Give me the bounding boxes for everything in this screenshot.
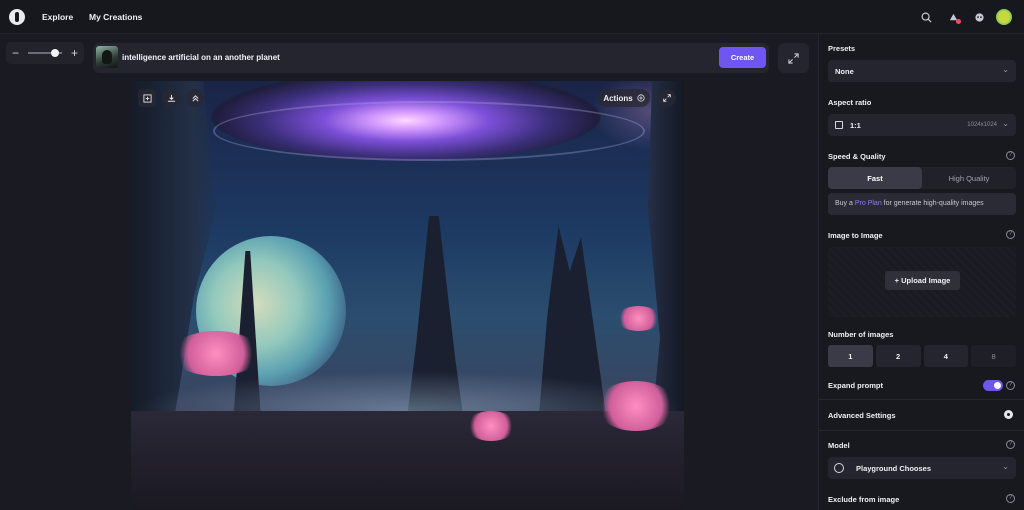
zoom-slider-handle[interactable]: [51, 49, 60, 57]
plus-circle-icon: [637, 94, 645, 102]
notification-badge: [956, 19, 961, 24]
plus-square-icon: [142, 93, 152, 103]
model-value: Playground Chooses: [856, 464, 932, 473]
presets-select[interactable]: None ⌄: [828, 60, 1016, 82]
settings-panel: Presets None ⌄ Aspect ratio 1:1 1024x102…: [818, 34, 1024, 510]
aspect-ratio-size: 1024x1024: [967, 122, 997, 128]
num-images-option-2[interactable]: 2: [875, 345, 921, 367]
aspect-ratio-label: Aspect ratio: [828, 98, 872, 107]
image-ufo-ring: [213, 101, 645, 161]
number-of-images-options: 1 2 4 8: [828, 345, 1016, 367]
gear-icon[interactable]: [1004, 410, 1013, 419]
actions-label: Actions: [603, 93, 633, 103]
upload-image-label: Upload Image: [901, 276, 951, 285]
zoom-in-button[interactable]: +: [71, 47, 78, 59]
expand-prompt-toggle[interactable]: [983, 380, 1003, 391]
presets-value: None: [835, 67, 854, 76]
discord-icon[interactable]: [972, 10, 986, 24]
expand-icon: [788, 52, 799, 64]
chevron-down-icon: ⌄: [1002, 462, 1009, 471]
num-images-option-4[interactable]: 4: [923, 345, 969, 367]
model-icon: [834, 463, 844, 473]
notifications-icon[interactable]: [946, 10, 961, 24]
image-ground: [131, 411, 684, 510]
square-icon: [835, 121, 843, 129]
nav-my-creations[interactable]: My Creations: [89, 12, 142, 22]
create-button[interactable]: Create: [719, 47, 766, 68]
help-icon[interactable]: ?: [1006, 494, 1015, 503]
help-icon[interactable]: ?: [1006, 440, 1015, 449]
user-avatar[interactable]: [996, 9, 1012, 25]
chevron-down-icon: ⌄: [1002, 65, 1009, 74]
nav-explore[interactable]: Explore: [42, 12, 73, 22]
prompt-thumbnail: [96, 46, 118, 68]
expand-icon: [663, 94, 671, 102]
app-logo-icon[interactable]: [9, 9, 25, 25]
prompt-input[interactable]: intelligence artificial on an another pl…: [122, 53, 280, 62]
expand-prompt-label: Expand prompt: [828, 381, 884, 390]
help-icon[interactable]: ?: [1006, 230, 1015, 239]
model-label: Model: [828, 441, 850, 450]
num-images-option-1[interactable]: 1: [828, 345, 873, 367]
presets-label: Presets: [828, 44, 856, 53]
upload-image-button[interactable]: + Upload Image: [885, 271, 960, 290]
advanced-settings-button[interactable]: Advanced Settings: [828, 411, 896, 420]
divider: [819, 430, 1024, 431]
image-fullscreen-button[interactable]: [658, 89, 676, 107]
toggle-knob: [994, 382, 1001, 389]
zoom-control: − +: [6, 42, 84, 64]
aspect-ratio-select[interactable]: 1:1 1024x1024 ⌄: [828, 114, 1016, 136]
speed-quality-toggle: Fast High Quality: [828, 167, 1016, 189]
divider: [819, 399, 1024, 400]
image-to-image-label: Image to Image: [828, 231, 883, 240]
download-button[interactable]: [162, 89, 180, 107]
speed-option-fast[interactable]: Fast: [828, 167, 922, 189]
add-to-canvas-button[interactable]: [138, 89, 156, 107]
num-images-option-8[interactable]: 8: [971, 345, 1016, 367]
pro-plan-link[interactable]: Pro Plan: [855, 200, 882, 207]
exclude-from-image-label: Exclude from image: [828, 495, 900, 504]
generated-image[interactable]: Actions: [131, 81, 684, 510]
help-icon[interactable]: ?: [1006, 151, 1015, 160]
aspect-ratio-value: 1:1: [850, 121, 861, 130]
chevron-down-icon: ⌄: [1002, 119, 1009, 128]
number-of-images-label: Number of images: [828, 330, 894, 339]
zoom-out-button[interactable]: −: [12, 47, 19, 59]
image-tree: [171, 331, 261, 376]
search-icon[interactable]: [919, 10, 933, 24]
help-icon[interactable]: ?: [1006, 381, 1015, 390]
speed-quality-label: Speed & Quality: [828, 152, 886, 161]
image-upload-dropzone[interactable]: + Upload Image: [828, 247, 1016, 317]
upscale-button[interactable]: [186, 89, 204, 107]
fullscreen-button[interactable]: [778, 43, 809, 73]
model-select[interactable]: Playground Chooses ⌄: [828, 457, 1016, 479]
download-icon: [167, 94, 175, 102]
pro-plan-notice: Buy a Pro Plan for generate high-quality…: [828, 193, 1016, 215]
image-tree: [466, 411, 516, 441]
zoom-slider[interactable]: [28, 49, 62, 57]
image-tree: [616, 306, 661, 331]
chevrons-up-icon: [191, 94, 199, 102]
actions-button[interactable]: Actions: [598, 89, 650, 107]
prompt-bar: intelligence artificial on an another pl…: [93, 43, 769, 73]
top-nav: Explore My Creations: [0, 0, 1024, 34]
pro-notice-prefix: Buy a: [835, 200, 855, 207]
pro-notice-suffix: for generate high-quality images: [881, 200, 984, 207]
image-tree: [596, 381, 676, 431]
speed-option-high-quality[interactable]: High Quality: [922, 167, 1016, 189]
